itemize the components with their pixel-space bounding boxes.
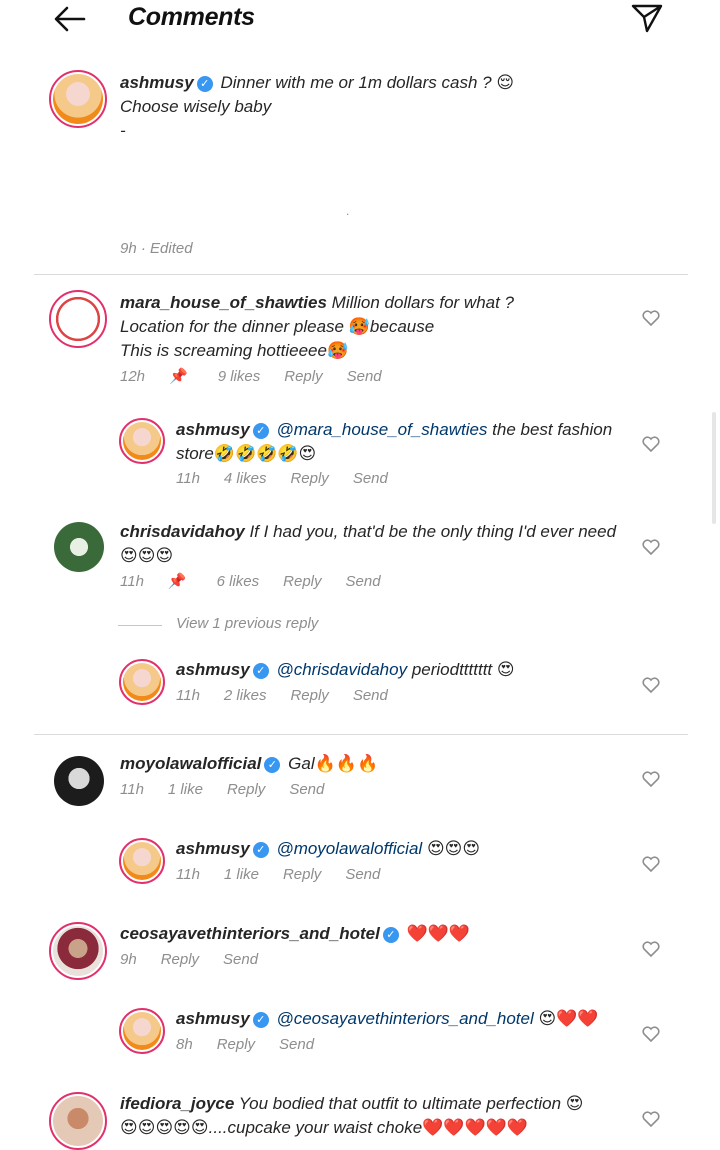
reply-button[interactable]: Reply — [290, 470, 328, 487]
like-heart-icon[interactable] — [642, 1111, 660, 1127]
username[interactable]: chrisdavidahoy — [120, 522, 245, 541]
pin-icon: 📌 — [167, 573, 187, 590]
divider — [34, 274, 688, 275]
verified-badge-icon: ✓ — [252, 1012, 269, 1028]
send-button[interactable]: Send — [346, 573, 381, 590]
verified-badge-icon: ✓ — [382, 927, 399, 943]
comment-text: ashmusy ✓ @mara_house_of_shawties the bes… — [176, 420, 613, 463]
comment-meta: 11h 1 like Reply Send — [120, 781, 325, 798]
like-heart-icon[interactable] — [642, 539, 660, 555]
like-heart-icon[interactable] — [642, 856, 660, 872]
reply-button[interactable]: Reply — [283, 866, 321, 883]
caption-dot: . — [346, 204, 350, 218]
username[interactable]: ashmusy — [176, 660, 250, 679]
send-button[interactable]: Send — [353, 687, 388, 704]
header-bar: Comments — [0, 0, 720, 44]
username[interactable]: ifediora_joyce — [120, 1094, 234, 1113]
like-heart-icon[interactable] — [642, 677, 660, 693]
comment-text: ashmusy ✓ @moyolawalofficial 😍😍😍 — [176, 839, 481, 858]
username[interactable]: ashmusy — [176, 1009, 250, 1028]
avatar[interactable] — [119, 838, 165, 884]
mention-link[interactable]: @ceosayavethinteriors_and_hotel — [276, 1009, 533, 1028]
send-button[interactable]: Send — [289, 781, 324, 798]
username[interactable]: ashmusy — [176, 839, 250, 858]
caption-meta: 9h · Edited — [120, 240, 193, 257]
reply-button[interactable]: Reply — [290, 687, 328, 704]
verified-badge-icon: ✓ — [252, 842, 269, 858]
page-title: Comments — [128, 3, 255, 31]
reply-button[interactable]: Reply — [284, 368, 322, 385]
reply-button[interactable]: Reply — [217, 1036, 255, 1053]
verified-badge-icon: ✓ — [264, 757, 281, 773]
avatar[interactable] — [54, 756, 104, 806]
send-button[interactable]: Send — [223, 951, 258, 968]
verified-badge-icon: ✓ — [252, 423, 269, 439]
send-button[interactable]: Send — [347, 368, 382, 385]
comment-meta: 11h 📌 6 likes Reply Send — [120, 573, 381, 590]
scrollbar[interactable] — [712, 412, 716, 524]
reply-button[interactable]: Reply — [227, 781, 265, 798]
username[interactable]: mara_house_of_shawties — [120, 293, 327, 312]
pin-icon: 📌 — [169, 368, 188, 385]
comment-meta: 11h 4 likes Reply Send — [176, 470, 388, 487]
like-heart-icon[interactable] — [642, 771, 660, 787]
avatar[interactable] — [119, 1008, 165, 1054]
view-replies-button[interactable]: View 1 previous reply — [176, 615, 318, 632]
username[interactable]: ceosayavethinteriors_and_hotel — [120, 924, 380, 943]
username[interactable]: moyolawalofficial — [120, 754, 261, 773]
avatar[interactable] — [49, 1092, 107, 1150]
avatar[interactable] — [49, 70, 107, 128]
send-button[interactable]: Send — [279, 1036, 314, 1053]
like-heart-icon[interactable] — [642, 1026, 660, 1042]
verified-badge-icon: ✓ — [196, 76, 213, 92]
divider — [34, 734, 688, 735]
verified-badge-icon: ✓ — [252, 663, 269, 679]
comment-meta: 11h 1 like Reply Send — [176, 866, 381, 883]
comment-text: ceosayavethinteriors_and_hotel ✓ ❤️❤️❤️ — [120, 924, 471, 943]
comment-text: moyolawalofficial ✓ Gal🔥🔥🔥 — [120, 754, 379, 773]
comment-text: ashmusy ✓ @chrisdavidahoy periodttttttt 😍 — [176, 660, 515, 679]
send-button[interactable]: Send — [345, 866, 380, 883]
like-heart-icon[interactable] — [642, 436, 660, 452]
avatar[interactable] — [54, 522, 104, 572]
send-button[interactable]: Send — [353, 470, 388, 487]
avatar[interactable] — [119, 418, 165, 464]
view-replies-line — [118, 625, 162, 626]
comment-meta: 12h 📌 9 likes Reply Send — [120, 368, 382, 385]
like-heart-icon[interactable] — [642, 310, 660, 326]
mention-link[interactable]: @moyolawalofficial — [276, 839, 422, 858]
username[interactable]: ashmusy — [120, 73, 194, 92]
comment-text: mara_house_of_shawties Million dollars f… — [120, 293, 515, 360]
comment-text: ashmusy ✓ @ceosayavethinteriors_and_hotel… — [176, 1009, 599, 1028]
comment-meta: 9h Reply Send — [120, 951, 259, 968]
comment-meta: 11h 2 likes Reply Send — [176, 687, 388, 704]
back-arrow-icon[interactable] — [52, 4, 88, 34]
caption-text: ashmusy ✓ Dinner with me or 1m dollars ca… — [120, 73, 515, 140]
avatar[interactable] — [49, 290, 107, 348]
mention-link[interactable]: @mara_house_of_shawties — [276, 420, 487, 439]
comment-text: chrisdavidahoy If I had you, that'd be t… — [120, 522, 617, 565]
like-heart-icon[interactable] — [642, 941, 660, 957]
username[interactable]: ashmusy — [176, 420, 250, 439]
avatar[interactable] — [49, 922, 107, 980]
avatar[interactable] — [119, 659, 165, 705]
reply-button[interactable]: Reply — [283, 573, 321, 590]
reply-button[interactable]: Reply — [161, 951, 199, 968]
mention-link[interactable]: @chrisdavidahoy — [276, 660, 407, 679]
comment-meta: 8h Reply Send — [176, 1036, 315, 1053]
direct-send-icon[interactable] — [630, 2, 664, 34]
comment-text: ifediora_joyce You bodied that outfit to… — [120, 1094, 584, 1137]
